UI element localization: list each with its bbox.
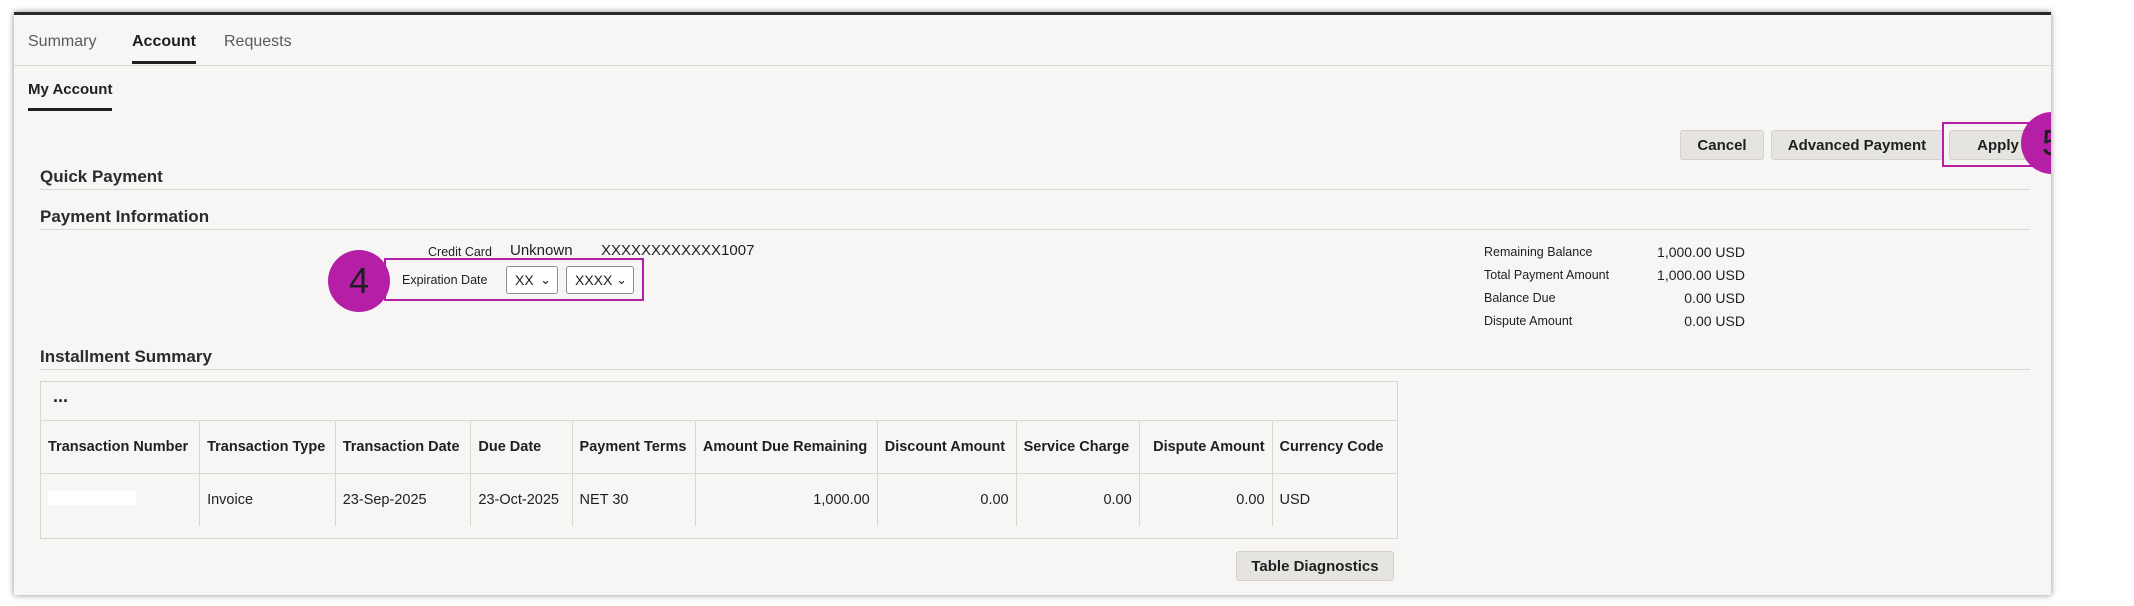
redacted-transaction-number: [48, 491, 136, 505]
tab-account[interactable]: Account: [132, 33, 196, 64]
divider: [40, 369, 2030, 370]
balance-due-label: Balance Due: [1484, 291, 1556, 305]
advanced-payment-button[interactable]: Advanced Payment: [1771, 130, 1943, 160]
step-4-callout: 4: [328, 250, 390, 312]
divider: [40, 229, 2030, 230]
total-payment-amount-value: 1,000.00 USD: [1657, 267, 1745, 283]
cell-transaction-date: 23-Sep-2025: [335, 473, 472, 526]
column-header-transaction-type[interactable]: Transaction Type: [199, 421, 336, 474]
cell-amount-due-remaining: 1,000.00: [695, 473, 878, 526]
installment-grid: Transaction Number Transaction Type Tran…: [41, 421, 1397, 526]
dispute-amount-value: 0.00 USD: [1684, 313, 1745, 329]
balance-due-value: 0.00 USD: [1684, 290, 1745, 306]
column-header-due-date[interactable]: Due Date: [470, 421, 573, 474]
cell-payment-terms: NET 30: [572, 473, 696, 526]
divider: [40, 189, 2030, 190]
total-payment-amount-label: Total Payment Amount: [1484, 268, 1610, 282]
cell-discount-amount: 0.00: [877, 473, 1017, 526]
column-header-dispute-amount[interactable]: Dispute Amount: [1139, 421, 1273, 474]
cell-transaction-type: Invoice: [199, 473, 336, 526]
credit-card-type: Unknown: [510, 242, 573, 259]
column-header-transaction-date[interactable]: Transaction Date: [335, 421, 472, 474]
column-header-service-charge[interactable]: Service Charge: [1016, 421, 1140, 474]
credit-card-label: Credit Card: [428, 245, 492, 259]
payment-information-heading: Payment Information: [40, 207, 210, 226]
cell-currency-code: USD: [1279, 492, 1311, 508]
dispute-amount-label: Dispute Amount: [1484, 314, 1573, 328]
app-window: Summary Account Requests My Account Canc…: [14, 12, 2051, 595]
installment-summary-heading: Installment Summary: [40, 347, 212, 366]
table-toolbar: ...: [41, 382, 1397, 421]
table-header-row: Transaction Number Transaction Type Tran…: [41, 421, 1397, 474]
column-header-payment-terms[interactable]: Payment Terms: [572, 421, 696, 474]
cell-due-date: 23-Oct-2025: [470, 473, 573, 526]
remaining-balance-value: 1,000.00 USD: [1657, 244, 1745, 260]
credit-card-number: XXXXXXXXXXXX1007: [601, 242, 755, 259]
cancel-button[interactable]: Cancel: [1680, 130, 1764, 160]
quick-payment-heading: Quick Payment: [40, 167, 163, 186]
expiration-highlight-box: [384, 258, 644, 301]
installment-table: ... Transaction Number Transaction Type …: [40, 381, 1398, 539]
cell-service-charge: 0.00: [1016, 473, 1140, 526]
tab-summary[interactable]: Summary: [28, 33, 96, 61]
column-header-currency-code[interactable]: Currency Code: [1272, 421, 1397, 474]
column-header-transaction-number[interactable]: Transaction Number: [41, 421, 201, 474]
remaining-balance-label: Remaining Balance: [1484, 245, 1593, 259]
more-actions-icon[interactable]: ...: [53, 386, 68, 407]
tab-requests[interactable]: Requests: [224, 33, 292, 61]
table-row[interactable]: Invoice 23-Sep-2025 23-Oct-2025 NET 30 1…: [41, 473, 1397, 526]
cell-transaction-number[interactable]: [41, 473, 201, 526]
cell-dispute-amount: 0.00: [1139, 473, 1273, 526]
tab-bar: Summary Account Requests: [14, 15, 2051, 66]
table-diagnostics-button[interactable]: Table Diagnostics: [1236, 551, 1394, 581]
tab-my-account[interactable]: My Account: [28, 81, 113, 111]
column-header-amount-due-remaining[interactable]: Amount Due Remaining: [695, 421, 878, 474]
column-header-discount-amount[interactable]: Discount Amount: [877, 421, 1017, 474]
